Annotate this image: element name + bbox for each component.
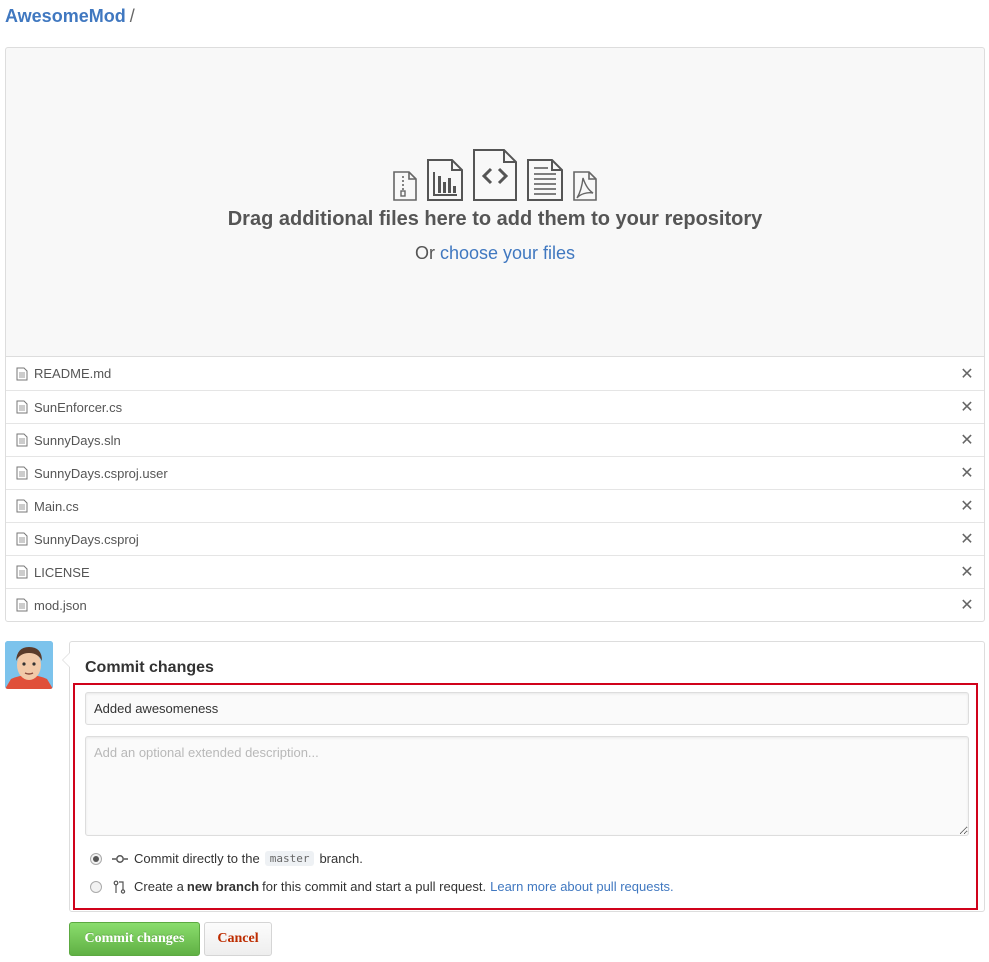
file-icon	[16, 565, 28, 579]
commit-description-input[interactable]	[85, 736, 969, 836]
file-icon	[16, 466, 28, 480]
branch-name-chip: master	[264, 851, 315, 866]
text-file-icon	[527, 159, 563, 201]
pdf-file-icon	[573, 171, 597, 201]
file-row: README.md ✕	[6, 357, 984, 390]
commit-changes-button[interactable]: Commit changes	[69, 922, 200, 956]
file-icon	[16, 400, 28, 414]
git-pull-request-icon	[113, 880, 126, 894]
file-type-icons	[6, 148, 984, 202]
commit-form: Commit changes Commit directly to the ma…	[62, 641, 985, 912]
file-name: SunEnforcer.cs	[34, 399, 123, 415]
new-branch-bold: new branch	[186, 879, 260, 894]
breadcrumb-separator: /	[129, 6, 135, 26]
file-name: mod.json	[34, 597, 87, 613]
dropzone-heading: Drag additional files here to add them t…	[227, 208, 763, 230]
new-branch-radio[interactable]	[90, 880, 102, 893]
commit-form-title: Commit changes	[85, 659, 214, 676]
chart-file-icon	[427, 159, 463, 201]
new-branch-suffix: for this commit and start a pull request…	[262, 879, 487, 894]
commit-summary-input[interactable]	[85, 692, 969, 725]
remove-file-icon[interactable]: ✕	[960, 531, 974, 548]
remove-file-icon[interactable]: ✕	[960, 498, 974, 515]
file-icon	[16, 367, 28, 380]
file-name: SunnyDays.sln	[34, 432, 121, 448]
uploaded-file-list: README.md ✕ SunEnforcer.cs ✕ SunnyDays.s…	[5, 356, 985, 622]
file-row: SunnyDays.csproj ✕	[6, 522, 984, 555]
remove-file-icon[interactable]: ✕	[960, 432, 974, 449]
avatar-image	[5, 641, 53, 689]
avatar	[5, 641, 53, 689]
new-branch-prefix: Create a	[134, 879, 184, 894]
breadcrumb: AwesomeMod /	[5, 4, 135, 28]
file-row: LICENSE ✕	[6, 555, 984, 588]
remove-file-icon[interactable]: ✕	[960, 399, 974, 416]
dropzone-subtext: Or choose your files	[6, 243, 984, 264]
file-icon	[16, 532, 28, 546]
file-row: SunnyDays.sln ✕	[6, 423, 984, 456]
learn-more-pull-requests-link[interactable]: Learn more about pull requests.	[490, 879, 674, 894]
file-name: README.md	[34, 366, 112, 381]
zip-file-icon	[393, 171, 417, 201]
git-commit-icon	[112, 854, 128, 863]
commit-direct-radio[interactable]	[90, 852, 102, 865]
new-branch-option[interactable]: Create a new branch for this commit and …	[90, 879, 674, 894]
file-icon	[16, 499, 28, 513]
repo-link[interactable]: AwesomeMod	[5, 6, 126, 26]
file-name: SunnyDays.csproj	[34, 531, 139, 547]
cancel-button[interactable]: Cancel	[204, 922, 272, 956]
dropzone-or-label: Or	[414, 243, 435, 263]
file-row: Main.cs ✕	[6, 489, 984, 522]
file-row: SunnyDays.csproj.user ✕	[6, 456, 984, 489]
file-row: SunEnforcer.cs ✕	[6, 390, 984, 423]
file-name: LICENSE	[34, 564, 90, 580]
remove-file-icon[interactable]: ✕	[960, 366, 974, 383]
choose-files-link[interactable]: choose your files	[440, 243, 575, 263]
commit-direct-suffix: branch.	[319, 851, 363, 866]
commit-direct-prefix: Commit directly to the	[134, 851, 260, 866]
remove-file-icon[interactable]: ✕	[960, 465, 974, 482]
remove-file-icon[interactable]: ✕	[960, 597, 974, 614]
file-row: mod.json ✕	[6, 588, 984, 621]
remove-file-icon[interactable]: ✕	[960, 564, 974, 581]
file-icon	[16, 433, 28, 447]
commit-direct-option[interactable]: Commit directly to the master branch.	[90, 851, 363, 866]
file-dropzone[interactable]: Drag additional files here to add them t…	[5, 47, 985, 357]
code-file-icon	[473, 149, 517, 201]
file-name: SunnyDays.csproj.user	[34, 465, 168, 481]
file-icon	[16, 598, 28, 612]
file-name: Main.cs	[34, 498, 79, 514]
